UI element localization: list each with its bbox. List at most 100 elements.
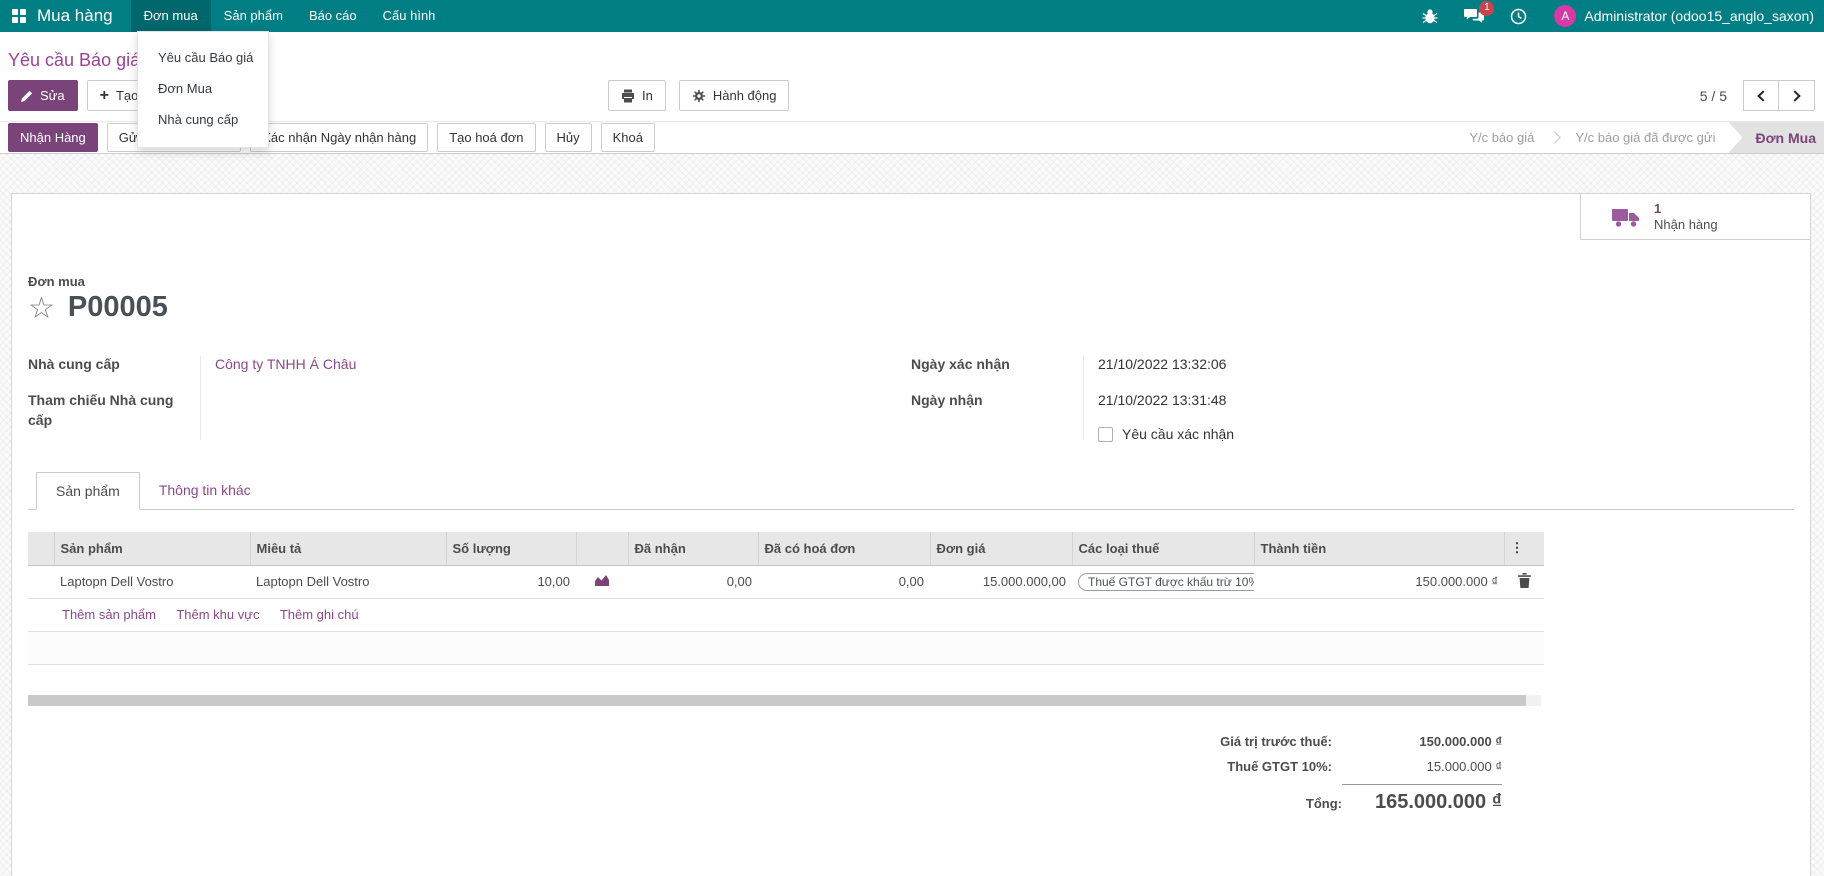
tab-other-info[interactable]: Thông tin khác	[140, 472, 270, 509]
order-lines-table: Sản phẩm Miêu tả Số lượng Đã nhận Đã có …	[28, 532, 1544, 665]
gear-icon	[692, 89, 706, 103]
breadcrumb-parent-link[interactable]: Yêu cầu Báo giá	[8, 50, 140, 71]
printer-icon	[621, 89, 635, 103]
step-rfq-sent[interactable]: Y/c báo giá đã được gửi	[1562, 130, 1728, 145]
top-navbar: Mua hàng Đơn mua Sản phẩm Báo cáo Cấu hì…	[0, 0, 1824, 32]
add-note-link[interactable]: Thêm ghi chú	[280, 607, 359, 622]
pager-value: 5 / 5	[1699, 87, 1727, 104]
activities-clock-icon[interactable]	[1510, 8, 1527, 25]
table-header-row: Sản phẩm Miêu tả Số lượng Đã nhận Đã có …	[28, 532, 1544, 566]
vendor-label: Nhà cung cấp	[28, 356, 120, 372]
form-statusbar: Nhận Hàng Gửi Đơn qua email Xác nhận Ngà…	[0, 121, 1824, 154]
step-separator-icon	[1548, 131, 1562, 144]
pager-next-button[interactable]	[1779, 80, 1815, 111]
tax-amount-value: 15.000.000 ₫	[1426, 758, 1502, 774]
dropdown-item-yeu-cau-bao-gia[interactable]: Yêu cầu Báo giá	[138, 42, 268, 73]
tab-products[interactable]: Sản phẩm	[36, 472, 140, 510]
untaxed-amount-value: 150.000.000 ₫	[1419, 733, 1502, 749]
receipt-date-value: 21/10/2022 13:31:48	[1098, 392, 1227, 408]
breadcrumb: Yêu cầu Báo giá / P00005	[0, 32, 1824, 80]
truck-icon	[1611, 206, 1641, 228]
pager: 5 / 5	[1700, 80, 1815, 111]
user-avatar[interactable]: A	[1554, 5, 1577, 27]
unit-price-cell: 15.000.000,00	[930, 565, 1072, 599]
received-cell: 0,00	[628, 565, 758, 599]
nav-menu-bao-cao[interactable]: Báo cáo	[296, 0, 370, 32]
product-column-header: Sản phẩm	[54, 532, 251, 566]
confirmation-date-label: Ngày xác nhận	[911, 356, 1010, 372]
subtotal-column-header: Thành tiền	[1254, 532, 1505, 566]
document-name: P00005	[67, 291, 168, 323]
subtotal-cell: 150.000.000 ₫	[1254, 565, 1504, 599]
step-purchase-order-active[interactable]: Đơn Mua	[1728, 122, 1824, 153]
receipt-smart-button[interactable]: 1 Nhận hàng	[1580, 194, 1810, 240]
dropdown-item-nha-cung-cap[interactable]: Nhà cung cấp	[138, 104, 268, 135]
dropdown-item-don-mua[interactable]: Đơn Mua	[138, 73, 268, 104]
document-type-label: Đơn mua	[28, 274, 85, 289]
product-cell: Laptopn Dell Vostro	[54, 565, 250, 599]
handle-column-header	[28, 532, 55, 566]
cancel-button[interactable]: Hủy	[544, 123, 592, 152]
order-line-row[interactable]: Laptopn Dell Vostro Laptopn Dell Vostro …	[28, 565, 1544, 599]
received-column-header: Đã nhận	[628, 532, 759, 566]
billed-cell: 0,00	[758, 565, 930, 599]
apps-grid-icon[interactable]	[12, 8, 27, 24]
total-label: Tổng:	[1305, 795, 1342, 811]
print-button[interactable]: In	[608, 80, 666, 111]
tax-tag: Thuế GTGT được khấu trừ 10%	[1078, 572, 1254, 591]
favorite-star-icon[interactable]: ☆	[28, 293, 55, 324]
ask-confirmation-checkbox[interactable]	[1098, 426, 1113, 442]
left-field-group: Nhà cung cấp Công ty TNHH Á Châu Tham ch…	[28, 354, 911, 442]
add-product-link[interactable]: Thêm sản phẩm	[62, 607, 156, 622]
table-footer-links-row: Thêm sản phẩm Thêm khu vực Thêm ghi chú	[28, 598, 1544, 632]
vendor-value-link[interactable]: Công ty TNHH Á Châu	[200, 354, 356, 374]
control-buttons-row: Sửa + Tạo In Hành động 5 / 5	[0, 80, 1824, 121]
taxes-column-header: Các loại thuế	[1072, 532, 1255, 566]
forecast-chart-icon[interactable]	[576, 565, 628, 599]
create-bill-button[interactable]: Tạo hoá đơn	[437, 123, 536, 152]
add-section-link[interactable]: Thêm khu vực	[176, 607, 259, 622]
receipt-label: Nhận hàng	[1654, 216, 1718, 232]
chevron-right-icon	[1789, 89, 1801, 102]
form-view-background: 1 Nhận hàng Đơn mua ☆ P00005 Nhà cung cấ…	[0, 154, 1824, 876]
description-cell: Laptopn Dell Vostro	[250, 565, 446, 599]
action-button[interactable]: Hành động	[678, 80, 790, 111]
right-field-group: Ngày xác nhận 21/10/2022 13:32:06 Ngày n…	[911, 354, 1794, 442]
horizontal-scrollbar	[28, 694, 1541, 706]
column-options-icon[interactable]: ⋮	[1504, 532, 1544, 566]
don-mua-dropdown-menu: Yêu cầu Báo giá Đơn Mua Nhà cung cấp	[137, 31, 269, 148]
form-sheet: 1 Nhận hàng Đơn mua ☆ P00005 Nhà cung cấ…	[11, 193, 1811, 876]
unit-price-column-header: Đơn giá	[930, 532, 1073, 566]
total-value: 165.000.000 ₫	[1342, 783, 1502, 814]
notebook-tabs: Sản phẩm Thông tin khác	[28, 472, 1794, 510]
receipt-count: 1	[1654, 200, 1662, 216]
nav-menu-cau-hinh[interactable]: Cấu hình	[370, 0, 449, 32]
nav-menu-san-pham[interactable]: Sản phẩm	[211, 0, 296, 32]
vendor-reference-label: Tham chiếu Nhà cung cấp	[28, 392, 174, 428]
horizontal-scrollbar-thumb[interactable]	[28, 694, 1526, 706]
untaxed-amount-label: Giá trị trước thuế:	[1220, 733, 1332, 749]
confirm-receipt-date-button[interactable]: Xác nhận Ngày nhận hàng	[250, 123, 429, 152]
confirmation-date-value: 21/10/2022 13:32:06	[1098, 356, 1227, 372]
lock-button[interactable]: Khoá	[600, 123, 655, 152]
user-menu[interactable]: Administrator (odoo15_anglo_saxon)	[1584, 8, 1814, 24]
app-title[interactable]: Mua hàng	[37, 6, 113, 26]
nav-menu-don-mua[interactable]: Đơn mua	[130, 0, 211, 32]
pager-previous-button[interactable]	[1743, 80, 1779, 111]
tax-amount-label: Thuế GTGT 10%:	[1227, 758, 1332, 774]
receipt-date-label: Ngày nhận	[911, 392, 983, 408]
plus-icon: +	[99, 86, 109, 104]
nav-menus: Đơn mua Sản phẩm Báo cáo Cấu hình	[130, 0, 449, 32]
messages-badge: 1	[1479, 1, 1495, 16]
edit-button[interactable]: Sửa	[8, 80, 78, 111]
billed-column-header: Đã có hoá đơn	[758, 532, 931, 566]
taxes-cell: Thuế GTGT được khấu trừ 10%	[1072, 565, 1254, 599]
messages-icon[interactable]: 1	[1464, 1, 1495, 24]
step-rfq[interactable]: Y/c báo giá	[1456, 130, 1547, 145]
delete-row-trash-icon[interactable]	[1504, 565, 1544, 599]
receive-products-button[interactable]: Nhận Hàng	[8, 123, 98, 152]
debug-bug-icon[interactable]	[1422, 8, 1438, 24]
status-steps: Y/c báo giá Y/c báo giá đã được gửi Đơn …	[1456, 122, 1824, 153]
totals-section: Giá trị trước thuế: 150.000.000 ₫ Thuế G…	[28, 734, 1794, 824]
quantity-cell: 10,00	[446, 565, 576, 599]
